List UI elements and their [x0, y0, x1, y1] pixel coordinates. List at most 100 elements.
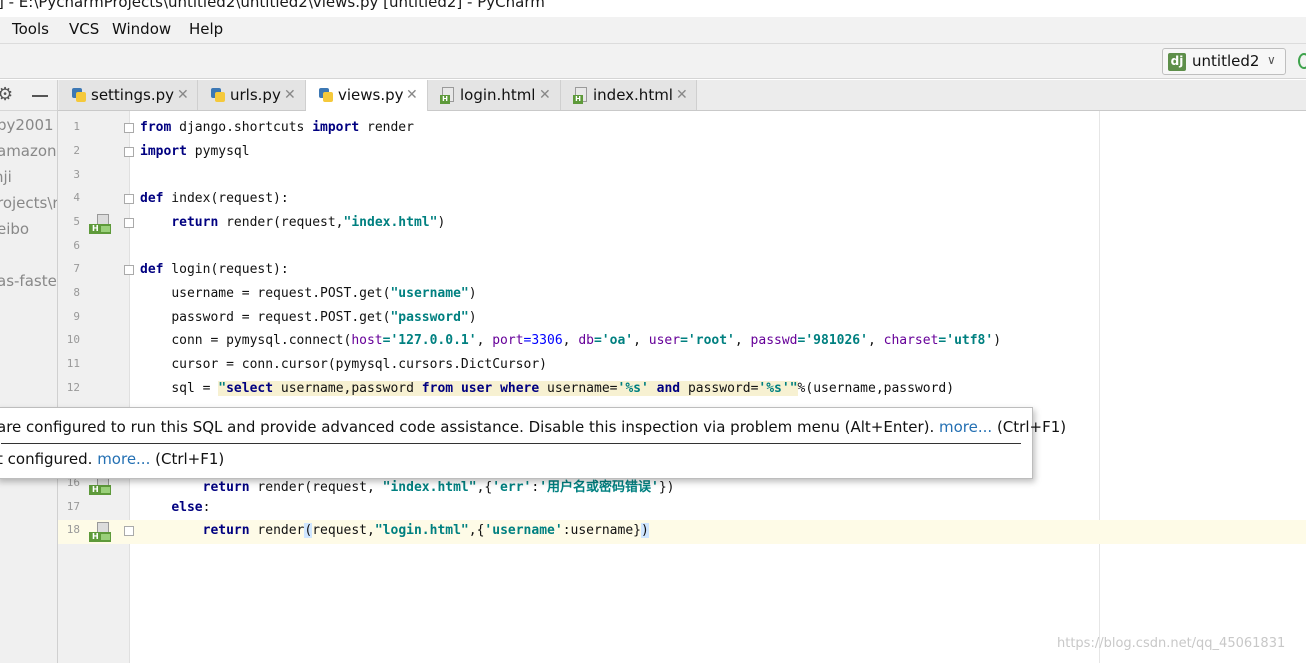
- code-line[interactable]: 5 H return render(request,"index.html"): [58, 212, 1306, 236]
- line-number: 17: [66, 500, 80, 513]
- tooltip-separator: [1, 443, 1021, 444]
- code-text: conn = pymysql.connect(host='127.0.0.1',…: [171, 333, 1002, 348]
- code-line[interactable]: 4 def index(request):: [58, 188, 1306, 212]
- tab-label: login.html: [460, 86, 536, 104]
- more-link[interactable]: more...: [97, 450, 150, 468]
- code-line[interactable]: 17 else:: [58, 497, 1306, 521]
- gear-icon[interactable]: ⚙: [0, 84, 13, 105]
- close-icon[interactable]: ✕: [676, 87, 688, 103]
- project-panel-toolbar: ⚙: [0, 80, 57, 111]
- code-text: username = request.POST.get("username"): [171, 286, 477, 301]
- menu-bar: Tools VCS Window Help: [0, 17, 1306, 44]
- html-template-gutter-icon[interactable]: H: [89, 214, 111, 234]
- code-text: def login(request):: [140, 262, 289, 277]
- menu-vcs[interactable]: VCS: [69, 20, 99, 38]
- line-number: 12: [66, 381, 80, 394]
- project-item[interactable]: as-faster: [0, 272, 57, 290]
- line-number: 9: [73, 310, 80, 323]
- django-icon: dj: [1168, 53, 1186, 71]
- project-item[interactable]: rojects\r: [0, 194, 57, 212]
- line-number: 11: [66, 357, 80, 370]
- line-number: 7: [73, 262, 80, 275]
- code-line[interactable]: 3: [58, 165, 1306, 189]
- window-title: ] - E:\PycharmProjects\untitled2\untitle…: [0, 0, 545, 11]
- python-file-icon: [210, 87, 226, 103]
- html-file-icon: H: [440, 87, 456, 104]
- menu-tools[interactable]: Tools: [12, 20, 49, 38]
- code-line[interactable]: 2 import pymysql: [58, 141, 1306, 165]
- watermark: https://blog.csdn.net/qq_45061831: [1057, 636, 1286, 651]
- line-number: 5: [73, 215, 80, 228]
- code-line[interactable]: 10 conn = pymysql.connect(host='127.0.0.…: [58, 330, 1306, 354]
- code-line[interactable]: 9 password = request.POST.get("password"…: [58, 307, 1306, 331]
- tab-label: views.py: [338, 86, 404, 104]
- close-icon[interactable]: ✕: [177, 87, 189, 103]
- tab-urls-py[interactable]: urls.py ✕: [198, 80, 306, 110]
- code-text: password = request.POST.get("password"): [171, 310, 477, 325]
- line-number: 1: [73, 120, 80, 133]
- line-number: 4: [73, 191, 80, 204]
- close-icon[interactable]: ✕: [406, 87, 418, 103]
- code-line[interactable]: 6: [58, 236, 1306, 260]
- fold-marker-icon[interactable]: [124, 265, 134, 275]
- python-file-icon: [71, 87, 87, 103]
- code-text: sql = "select username,password from use…: [171, 381, 955, 396]
- tab-label: urls.py: [230, 86, 281, 104]
- html-file-icon: H: [573, 87, 589, 104]
- inspection-tooltip: are configured to run this SQL and provi…: [0, 407, 1066, 479]
- code-text: return render(request,"login.html",{'use…: [202, 523, 649, 538]
- line-number: 6: [73, 239, 80, 252]
- tooltip-message-2: t configured. more... (Ctrl+F1): [0, 450, 225, 468]
- close-icon[interactable]: ✕: [284, 87, 296, 103]
- chevron-down-icon: ∨: [1267, 53, 1276, 67]
- fold-marker-icon[interactable]: [124, 218, 134, 228]
- tooltip-message-1: are configured to run this SQL and provi…: [0, 418, 1067, 436]
- title-bar: ] - E:\PycharmProjects\untitled2\untitle…: [0, 0, 1306, 17]
- code-text: import pymysql: [140, 144, 250, 159]
- code-line[interactable]: 11 cursor = conn.cursor(pymysql.cursors.…: [58, 354, 1306, 378]
- menu-window[interactable]: Window: [112, 20, 171, 38]
- line-number: 10: [66, 333, 80, 346]
- code-line[interactable]: 1 from django.shortcuts import render: [58, 117, 1306, 141]
- fold-marker-icon[interactable]: [124, 526, 134, 536]
- tab-views-py[interactable]: views.py ✕: [306, 80, 428, 111]
- close-icon[interactable]: ✕: [539, 87, 551, 103]
- project-panel: ⚙ py2001 amazon nji rojects\r eibo as-fa…: [0, 80, 58, 663]
- tab-label: index.html: [593, 86, 673, 104]
- more-link[interactable]: more...: [939, 418, 992, 436]
- fold-marker-icon[interactable]: [124, 123, 134, 133]
- code-line[interactable]: 12 sql = "select username,password from …: [58, 378, 1306, 402]
- html-template-gutter-icon[interactable]: H: [89, 522, 111, 542]
- tab-label: settings.py: [91, 86, 174, 104]
- code-text: else:: [171, 500, 211, 515]
- tab-login-html[interactable]: H login.html ✕: [428, 80, 561, 110]
- hide-panel-icon[interactable]: [32, 95, 48, 97]
- tab-settings-py[interactable]: settings.py ✕: [59, 80, 198, 110]
- run-configuration-selector[interactable]: dj untitled2 ∨: [1162, 48, 1286, 75]
- fold-marker-icon[interactable]: [124, 194, 134, 204]
- menu-help[interactable]: Help: [189, 20, 223, 38]
- run-icon[interactable]: [1298, 53, 1306, 69]
- code-text: return render(request,"index.html"): [171, 215, 446, 230]
- code-editor[interactable]: 1 from django.shortcuts import render 2 …: [58, 111, 1306, 663]
- tab-index-html[interactable]: H index.html ✕: [561, 80, 697, 110]
- fold-marker-icon[interactable]: [124, 147, 134, 157]
- pycharm-window: ] - E:\PycharmProjects\untitled2\untitle…: [0, 0, 1306, 663]
- python-file-icon: [318, 87, 334, 103]
- code-text: cursor = conn.cursor(pymysql.cursors.Dic…: [171, 357, 547, 372]
- project-item[interactable]: py2001: [0, 116, 54, 134]
- project-item[interactable]: eibo: [0, 220, 29, 238]
- code-text: def index(request):: [140, 191, 289, 206]
- project-item[interactable]: nji: [0, 168, 12, 186]
- line-number: 3: [73, 168, 80, 181]
- code-line[interactable]: 8 username = request.POST.get("username"…: [58, 283, 1306, 307]
- code-line[interactable]: 7 def login(request):: [58, 259, 1306, 283]
- code-line-current[interactable]: 18 H return render(request,"login.html",…: [58, 520, 1306, 544]
- run-configuration-label: untitled2: [1192, 52, 1260, 70]
- editor-tabs: settings.py ✕ urls.py ✕ views.py ✕ H log…: [58, 80, 1306, 111]
- navigation-bar: dj untitled2 ∨: [0, 44, 1306, 79]
- line-number: 2: [73, 144, 80, 157]
- project-item[interactable]: amazon: [0, 142, 57, 160]
- code-text: from django.shortcuts import render: [140, 120, 414, 135]
- line-number: 8: [73, 286, 80, 299]
